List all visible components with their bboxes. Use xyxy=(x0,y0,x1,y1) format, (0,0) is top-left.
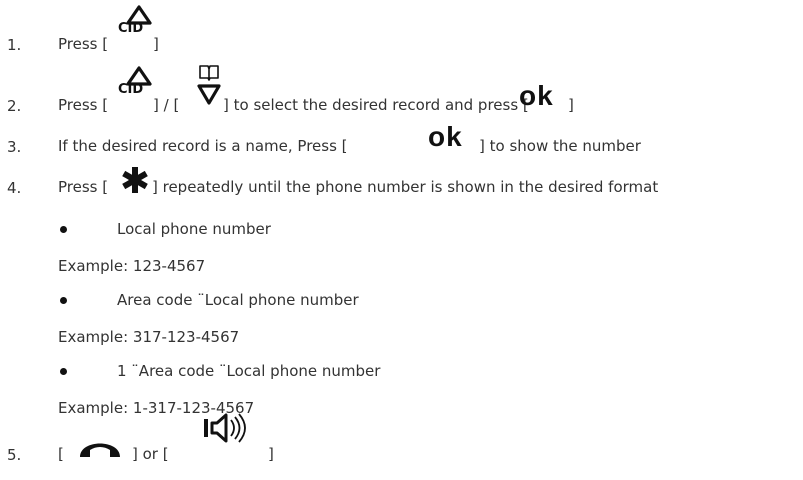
bullet xyxy=(60,368,67,375)
format-option: 1 ¨Area code ¨Local phone number xyxy=(117,362,381,380)
step-text: ] repeatedly until the phone number is s… xyxy=(152,178,659,196)
format-option: Local phone number xyxy=(117,220,271,238)
step-text: ] / [ xyxy=(153,96,180,114)
step-text: ] to show the number xyxy=(479,137,641,155)
format-example: Example: 123-4567 xyxy=(58,257,206,275)
step-text: Press [ xyxy=(58,35,109,53)
bullet xyxy=(60,297,67,304)
ok-key: ok xyxy=(519,80,554,111)
phonebook-down-icon xyxy=(197,65,221,105)
format-example: Example: 317-123-4567 xyxy=(58,328,240,346)
step-text: ] xyxy=(568,96,574,114)
step-text: ] or [ xyxy=(132,445,169,463)
speakerphone-icon xyxy=(204,413,246,443)
cid-label: CID xyxy=(118,82,144,97)
format-option: Area code ¨Local phone number xyxy=(117,291,359,309)
step-number: 1. xyxy=(7,36,22,54)
step-number: 5. xyxy=(7,446,22,464)
cid-label: CID xyxy=(118,21,144,36)
bullet xyxy=(60,226,67,233)
step-number: 4. xyxy=(7,179,22,197)
step-text: Press [ xyxy=(58,178,109,196)
star-icon xyxy=(122,167,148,193)
step-text: ] xyxy=(268,445,274,463)
step-number: 3. xyxy=(7,138,22,156)
step-text: ] xyxy=(153,35,159,53)
step-text: ] to select the desired record and press… xyxy=(223,96,529,114)
step-number: 2. xyxy=(7,97,22,115)
ok-key: ok xyxy=(428,121,463,152)
step-text: If the desired record is a name, Press [ xyxy=(58,137,348,155)
step-text: Press [ xyxy=(58,96,109,114)
step-text: [ xyxy=(58,445,64,463)
hang-up-icon xyxy=(80,443,120,457)
